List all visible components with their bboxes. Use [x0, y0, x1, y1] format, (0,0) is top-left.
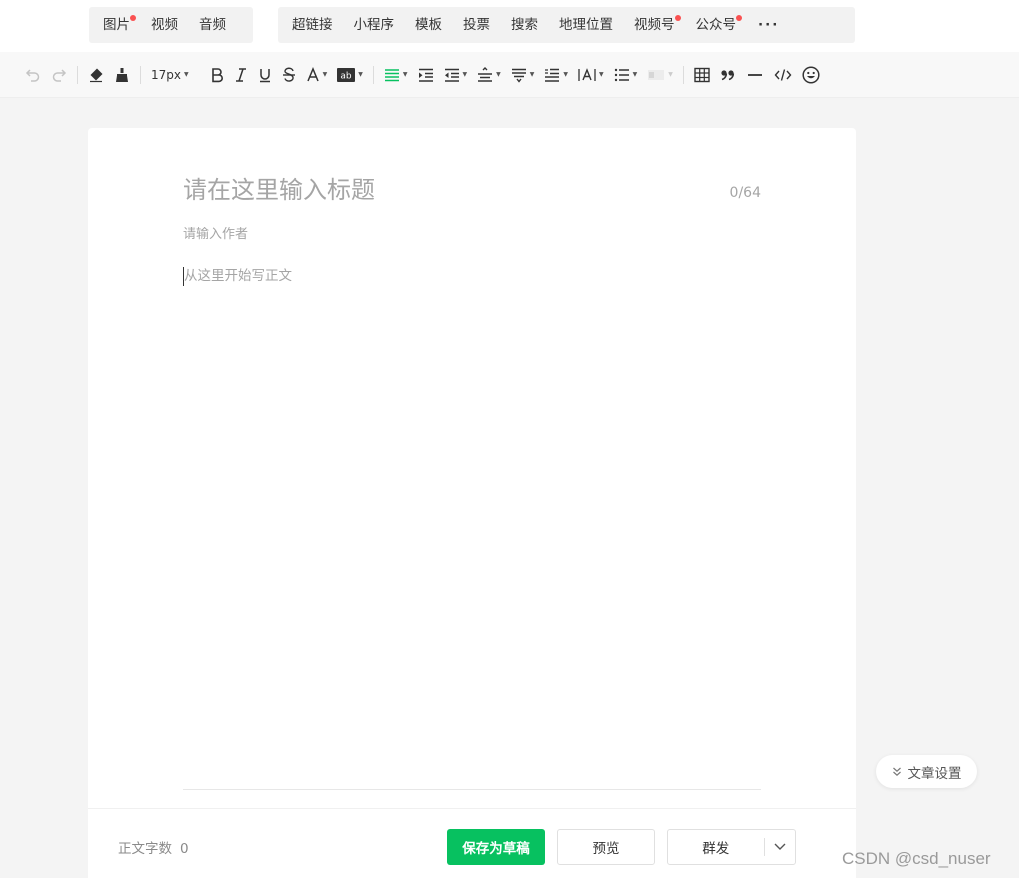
quote-icon[interactable] [715, 62, 741, 88]
toolbar-divider [682, 65, 684, 84]
toolbar-divider [77, 65, 78, 84]
underline-icon[interactable] [253, 62, 277, 88]
word-count: 正文字数 0 [118, 841, 189, 857]
italic-icon[interactable] [229, 62, 253, 88]
new-badge [130, 15, 136, 21]
font-size-select[interactable]: 17px ▼ [146, 62, 194, 88]
paragraph-spacing-icon[interactable]: ▼ [506, 62, 540, 88]
toolbar-divider [140, 65, 141, 84]
format-toolbar: 17px ▼ ▼ ab ▼ ▼ ▼ ▼ ▼ ▼ ▼ ▼ ▼ [0, 52, 1019, 98]
strikethrough-icon[interactable] [277, 62, 301, 88]
first-line-indent-icon[interactable]: ▼ [539, 62, 573, 88]
bottom-action-bar: 正文字数 0 保存为草稿 预览 群发 [88, 808, 856, 878]
tab-hyperlink[interactable]: 超链接 [285, 7, 347, 43]
format-painter-icon[interactable] [109, 62, 135, 88]
media-tab-group: 图片 视频 音频 [89, 7, 253, 43]
insert-bar: 图片 视频 音频 超链接 小程序 模板 投票 搜索 地理位置 视频号 公众号 ·… [0, 0, 1019, 52]
line-height-icon[interactable]: ▼ [472, 62, 506, 88]
new-badge [674, 15, 681, 21]
list-icon[interactable]: ▼ [609, 62, 643, 88]
new-badge [736, 15, 742, 21]
caret-down-icon: ▼ [322, 71, 328, 78]
tab-mini-program[interactable]: 小程序 [347, 7, 409, 43]
content-divider [183, 789, 761, 790]
caret-down-icon: ▼ [496, 71, 501, 78]
tab-channels[interactable]: 视频号 [627, 7, 689, 43]
tab-location[interactable]: 地理位置 [552, 7, 627, 43]
article-settings-button[interactable]: 文章设置 [876, 755, 977, 788]
float-icon[interactable]: ▼ [642, 62, 678, 88]
watermark: CSDN @csd_nuser [842, 849, 991, 868]
caret-down-icon: ▼ [529, 71, 535, 78]
tab-template[interactable]: 模板 [408, 7, 456, 43]
indent-icon[interactable] [413, 62, 439, 88]
title-input[interactable] [183, 176, 703, 204]
toolbar-divider [372, 65, 374, 84]
background-color-icon[interactable]: ab ▼ [332, 62, 368, 88]
tab-search[interactable]: 搜索 [504, 7, 552, 43]
tab-vote[interactable]: 投票 [456, 7, 504, 43]
caret-down-icon: ▼ [632, 71, 638, 78]
code-icon[interactable] [769, 62, 797, 88]
tab-video[interactable]: 视频 [144, 7, 192, 43]
caret-down-icon: ▼ [563, 71, 568, 78]
caret-down-icon: ▼ [402, 71, 408, 78]
tab-image[interactable]: 图片 [96, 7, 144, 43]
svg-text:ab: ab [341, 71, 353, 81]
outdent-icon[interactable]: ▼ [439, 62, 473, 88]
publish-label: 群发 [702, 841, 730, 857]
caret-down-icon: ▼ [184, 71, 189, 78]
tab-official-account[interactable]: 公众号 [689, 7, 751, 43]
caret-down-icon: ▼ [358, 71, 363, 78]
author-input[interactable] [183, 227, 483, 242]
body-placeholder: 从这里开始写正文 [184, 268, 292, 284]
letter-spacing-icon[interactable]: ▼ [573, 62, 609, 88]
publish-button[interactable]: 群发 [667, 829, 796, 865]
caret-down-icon: ▼ [599, 71, 604, 78]
align-icon[interactable]: ▼ [379, 62, 413, 88]
article-settings-label: 文章设置 [907, 765, 962, 782]
title-char-count: 0/64 [729, 185, 761, 201]
word-count-value: 0 [180, 841, 189, 857]
emoji-icon[interactable] [797, 62, 825, 88]
chevron-down-icon[interactable] [764, 843, 795, 851]
caret-down-icon: ▼ [668, 71, 673, 78]
tab-audio[interactable]: 音频 [192, 7, 240, 43]
more-icon[interactable]: ··· [750, 7, 787, 43]
preview-button[interactable]: 预览 [557, 829, 655, 865]
double-chevron-down-icon [892, 767, 901, 776]
divider-icon[interactable] [741, 62, 769, 88]
editor-card: 0/64 从这里开始写正文 [88, 128, 856, 808]
clear-format-icon[interactable] [83, 62, 109, 88]
undo-icon[interactable] [20, 62, 46, 88]
font-color-icon[interactable]: ▼ [301, 62, 333, 88]
redo-icon[interactable] [46, 62, 72, 88]
insert-tab-group: 超链接 小程序 模板 投票 搜索 地理位置 视频号 公众号 ··· [278, 7, 855, 43]
bold-icon[interactable] [205, 62, 229, 88]
table-icon[interactable] [689, 62, 715, 88]
save-draft-button[interactable]: 保存为草稿 [447, 829, 545, 865]
body-editor[interactable]: 从这里开始写正文 [183, 267, 761, 286]
caret-down-icon: ▼ [462, 71, 468, 78]
